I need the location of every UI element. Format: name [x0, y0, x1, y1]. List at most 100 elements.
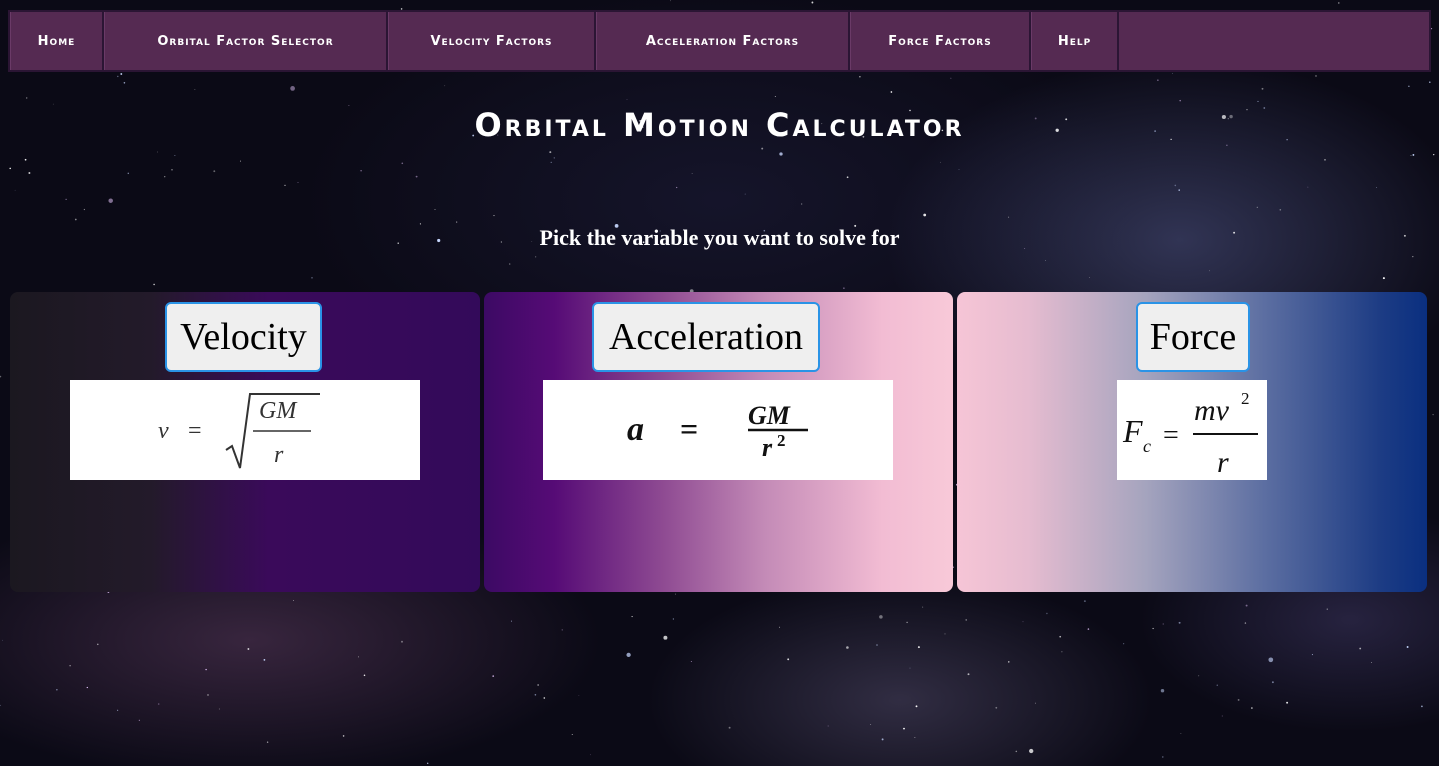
- velocity-formula: v = GM r: [70, 380, 420, 480]
- star: [561, 629, 563, 631]
- star: [83, 208, 86, 211]
- star: [1431, 28, 1433, 30]
- star: [1251, 707, 1253, 709]
- star: [1, 639, 3, 641]
- formula-equals: =: [680, 411, 698, 447]
- star: [1412, 153, 1415, 156]
- nav-help[interactable]: Help: [1031, 12, 1119, 70]
- formula-denominator: r: [274, 442, 284, 468]
- star: [881, 738, 884, 741]
- star: [843, 287, 845, 289]
- star: [1412, 255, 1414, 258]
- formula-denominator: r: [762, 433, 773, 462]
- star: [1376, 187, 1377, 189]
- star: [571, 733, 573, 735]
- acceleration-button[interactable]: Acceleration: [592, 302, 820, 372]
- star: [553, 157, 555, 159]
- velocity-button[interactable]: Velocity: [165, 302, 322, 372]
- star: [1324, 159, 1326, 161]
- star: [537, 684, 539, 686]
- star: [890, 91, 893, 93]
- star: [123, 82, 126, 84]
- star: [363, 674, 366, 677]
- star: [940, 161, 941, 163]
- formula-equals: =: [188, 418, 202, 444]
- star: [1015, 750, 1018, 753]
- star: [1046, 612, 1048, 615]
- star: [995, 706, 998, 709]
- star: [801, 203, 803, 205]
- star: [1237, 698, 1240, 701]
- star: [117, 709, 119, 711]
- star: [171, 168, 173, 171]
- star: [1338, 2, 1340, 4]
- star: [876, 644, 878, 646]
- star: [1180, 733, 1182, 735]
- star: [401, 162, 404, 165]
- star: [944, 633, 946, 635]
- star: [247, 648, 250, 650]
- star: [1271, 681, 1274, 684]
- star: [120, 73, 123, 75]
- star: [86, 686, 88, 689]
- star: [1087, 628, 1090, 630]
- star: [922, 606, 924, 608]
- formula-numerator: GM: [748, 401, 791, 430]
- star: [1382, 277, 1385, 280]
- star: [157, 151, 158, 153]
- nav-orbital-factor-selector[interactable]: Orbital Factor Selector: [104, 12, 388, 70]
- star: [1008, 216, 1010, 218]
- star: [923, 213, 927, 217]
- star: [9, 167, 11, 170]
- star: [950, 77, 952, 79]
- nav-acceleration-factors[interactable]: Acceleration Factors: [596, 12, 850, 70]
- star: [958, 169, 960, 171]
- star: [342, 735, 345, 737]
- force-formula: F c = mv 2 r: [1117, 380, 1267, 480]
- star: [846, 646, 849, 649]
- star: [690, 660, 692, 662]
- star: [827, 725, 829, 727]
- star: [290, 86, 295, 91]
- top-navigation: Home Orbital Factor Selector Velocity Fa…: [8, 10, 1431, 72]
- star: [493, 215, 495, 217]
- star: [1179, 99, 1181, 102]
- star: [1152, 627, 1154, 630]
- star: [1162, 756, 1164, 758]
- nav-velocity-factors[interactable]: Velocity Factors: [388, 12, 596, 70]
- formula-lhs: a: [627, 411, 644, 448]
- star: [917, 646, 920, 649]
- star: [1174, 184, 1177, 187]
- star: [360, 170, 362, 172]
- star: [965, 619, 968, 621]
- star: [357, 656, 360, 658]
- star: [157, 703, 160, 705]
- star: [284, 184, 286, 186]
- star: [511, 620, 512, 622]
- star: [1083, 600, 1086, 603]
- star: [28, 172, 31, 174]
- star: [534, 694, 537, 696]
- star: [903, 727, 905, 730]
- nav-home[interactable]: Home: [10, 12, 104, 70]
- star: [239, 160, 241, 162]
- star: [1429, 81, 1431, 83]
- star: [626, 99, 628, 100]
- star: [967, 673, 970, 676]
- star: [859, 76, 861, 78]
- star: [0, 704, 1, 706]
- formula-subscript: c: [1143, 436, 1151, 456]
- star: [744, 193, 746, 195]
- nav-force-factors[interactable]: Force Factors: [850, 12, 1031, 70]
- force-button[interactable]: Force: [1136, 302, 1250, 372]
- star: [1244, 622, 1247, 624]
- star: [1410, 154, 1412, 156]
- star: [1172, 73, 1173, 75]
- star: [1432, 413, 1434, 416]
- formula-equals: =: [1163, 420, 1179, 451]
- star: [1059, 635, 1062, 638]
- star: [1029, 748, 1034, 754]
- velocity-panel: Velocity v = GM r: [10, 292, 480, 592]
- star: [1406, 646, 1409, 648]
- star: [401, 640, 403, 643]
